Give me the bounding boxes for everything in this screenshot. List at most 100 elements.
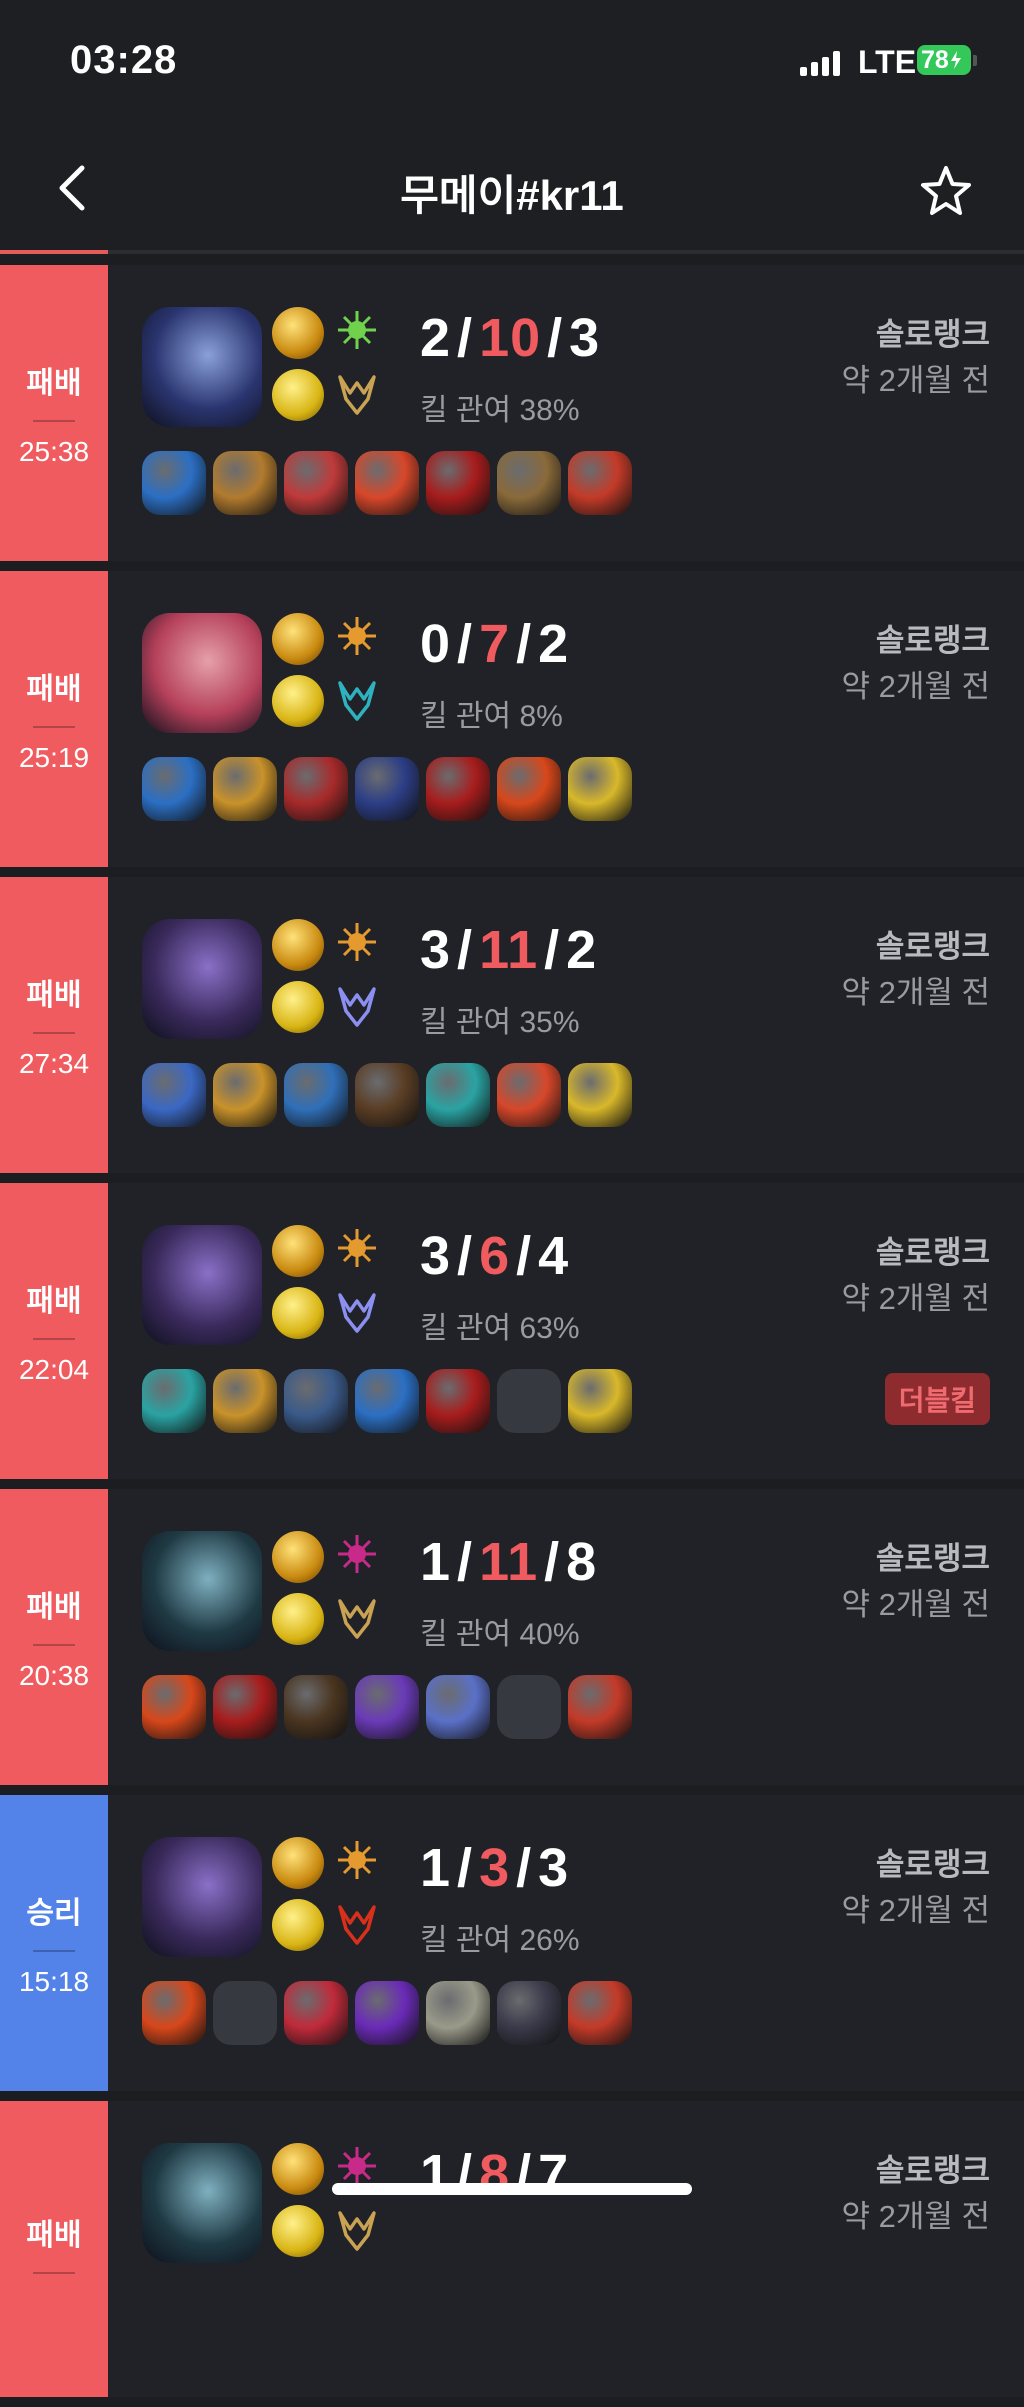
kda-separator: / — [457, 1226, 474, 1286]
kda: 3/6/4 — [420, 1225, 569, 1287]
match-card[interactable]: 패배 22:04 3/6/4 킬 관여 63% 솔로랭크 약 2개월 전 더블킬 — [0, 1183, 1024, 1479]
result-label: 승리 — [26, 1897, 82, 1930]
match-card[interactable]: 패배 1/8/7 솔로랭크 약 2개월 전 — [0, 2101, 1024, 2397]
kda-separator: / — [457, 920, 474, 980]
battery-cap — [973, 55, 977, 66]
rune-path-icon — [338, 987, 376, 1027]
item-icon — [426, 1675, 490, 1739]
time-ago: 약 2개월 전 — [841, 1281, 990, 1316]
kda-separator: / — [544, 1532, 561, 1592]
keystone-rune-icon — [272, 307, 324, 359]
summoner-spell-icon — [272, 981, 324, 1033]
item-icon — [355, 1981, 419, 2045]
time-ago: 약 2개월 전 — [841, 2199, 990, 2234]
item-icon — [497, 1063, 561, 1127]
item-icon — [213, 1063, 277, 1127]
secondary-rune-icon — [338, 1535, 376, 1573]
item-icon — [497, 451, 561, 515]
item-icon — [568, 1981, 632, 2045]
assists: 7 — [538, 2144, 570, 2204]
item-icon — [284, 1369, 348, 1433]
result-bar: 패배 20:38 — [0, 1489, 108, 1785]
match-card[interactable]: 패배 25:19 0/7/2 킬 관여 8% 솔로랭크 약 2개월 전 — [0, 571, 1024, 867]
item-icon — [355, 757, 419, 821]
battery-level: 78 — [921, 45, 949, 74]
favorite-button[interactable] — [916, 162, 976, 222]
header: 무메이#kr11 — [0, 130, 1024, 250]
empty-item-slot — [213, 1981, 277, 2045]
match-card[interactable]: 패배 25:38 2/10/3 킬 관여 38% 솔로랭크 약 2개월 전 — [0, 265, 1024, 561]
network-label: LTE — [858, 44, 917, 80]
game-duration: 25:19 — [18, 742, 90, 773]
assists: 2 — [566, 920, 598, 980]
deaths: 6 — [479, 1226, 511, 1286]
time-ago: 약 2개월 전 — [841, 1893, 990, 1928]
result-bar: 패배 25:38 — [0, 265, 108, 561]
deaths: 10 — [479, 308, 542, 368]
item-row — [142, 1369, 632, 1433]
kda-separator: / — [457, 308, 474, 368]
queue-type: 솔로랭크 — [875, 929, 990, 964]
match-card[interactable]: 승리 15:18 1/3/3 킬 관여 26% 솔로랭크 약 2개월 전 — [0, 1795, 1024, 2091]
item-icon — [284, 1675, 348, 1739]
queue-type: 솔로랭크 — [875, 1541, 990, 1576]
star-icon — [921, 166, 971, 215]
kda: 3/11/2 — [420, 919, 597, 981]
deaths: 11 — [479, 1532, 539, 1592]
queue-type: 솔로랭크 — [875, 623, 990, 658]
item-icon — [355, 1063, 419, 1127]
kda-separator: / — [516, 1838, 533, 1898]
item-icon — [142, 1063, 206, 1127]
keystone-rune-icon — [272, 919, 324, 971]
item-icon — [497, 757, 561, 821]
kda: 1/8/7 — [420, 2143, 569, 2205]
kills: 1 — [420, 2144, 452, 2204]
keystone-rune-icon — [272, 613, 324, 665]
game-duration: 25:38 — [18, 436, 90, 467]
home-indicator[interactable] — [332, 2183, 692, 2195]
item-icon — [142, 1981, 206, 2045]
multikill-badge: 더블킬 — [884, 1373, 990, 1425]
item-icon — [284, 1063, 348, 1127]
item-row — [142, 1063, 632, 1127]
item-icon — [426, 1369, 490, 1433]
result-divider — [33, 1950, 75, 1952]
game-duration: 15:18 — [18, 1966, 90, 1997]
keystone-rune-icon — [272, 1225, 324, 1277]
summoner-spell-icon — [272, 675, 324, 727]
item-icon — [355, 1369, 419, 1433]
queue-type: 솔로랭크 — [875, 2153, 990, 2188]
kill-participation: 킬 관여 8% — [420, 700, 563, 733]
deaths: 11 — [479, 920, 539, 980]
item-icon — [284, 757, 348, 821]
item-icon — [568, 1063, 632, 1127]
empty-item-slot — [497, 1675, 561, 1739]
result-divider — [33, 726, 75, 728]
kda-separator: / — [516, 2144, 533, 2204]
game-duration: 20:38 — [18, 1660, 90, 1691]
item-icon — [426, 1981, 490, 2045]
match-card[interactable]: 패배 27:34 3/11/2 킬 관여 35% 솔로랭크 약 2개월 전 — [0, 877, 1024, 1173]
result-label: 패배 — [26, 367, 82, 400]
item-icon — [426, 757, 490, 821]
kda: 1/3/3 — [420, 1837, 569, 1899]
result-divider — [33, 1338, 75, 1340]
queue-type: 솔로랭크 — [875, 1847, 990, 1882]
item-icon — [355, 1675, 419, 1739]
kda: 2/10/3 — [420, 307, 600, 369]
rune-path-icon — [338, 1905, 376, 1945]
kill-participation: 킬 관여 40% — [420, 1618, 580, 1651]
assists: 2 — [538, 614, 570, 674]
kills: 0 — [420, 614, 452, 674]
item-icon — [568, 757, 632, 821]
page-title: 무메이#kr11 — [400, 172, 624, 219]
match-card[interactable]: 패배 20:38 1/11/8 킬 관여 40% 솔로랭크 약 2개월 전 — [0, 1489, 1024, 1785]
result-divider — [33, 1644, 75, 1646]
kill-participation: 킬 관여 63% — [420, 1312, 580, 1345]
game-duration: 22:04 — [18, 1354, 90, 1385]
kda-separator: / — [516, 614, 533, 674]
item-row — [142, 1981, 632, 2045]
rune-path-icon — [338, 681, 376, 721]
status-time: 03:28 — [70, 38, 178, 82]
item-icon — [568, 1369, 632, 1433]
